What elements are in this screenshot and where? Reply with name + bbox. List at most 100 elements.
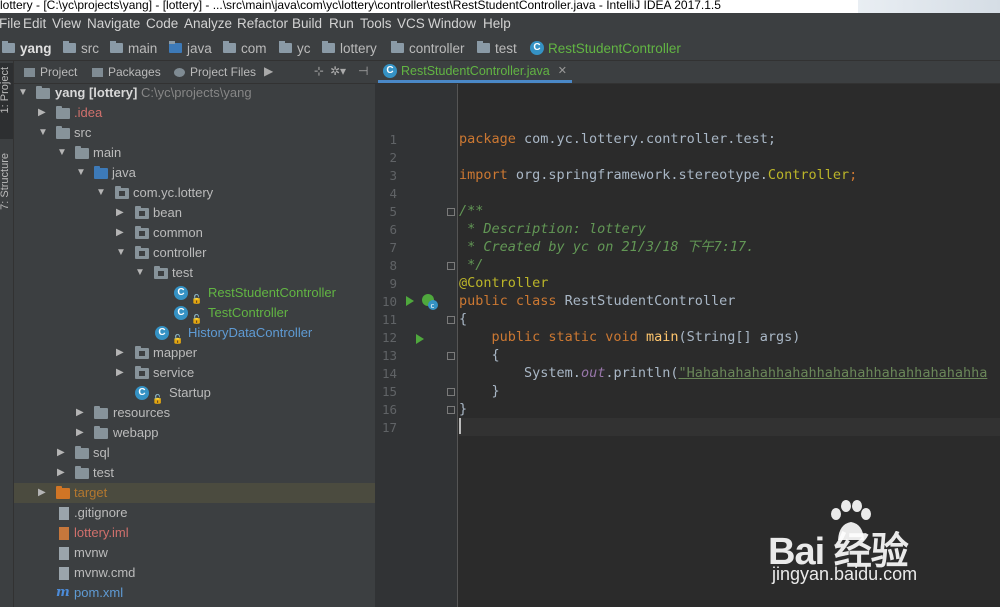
line-number: 13 bbox=[381, 348, 397, 363]
crumb-class[interactable]: C RestStudentController bbox=[530, 40, 681, 56]
more-tabs-icon[interactable]: ▶ bbox=[264, 64, 273, 78]
crumb-java[interactable]: java bbox=[169, 40, 212, 56]
close-tab-icon[interactable]: ✕ bbox=[558, 64, 567, 77]
expand-arrow-icon[interactable]: ▶ bbox=[116, 363, 124, 383]
expand-arrow-icon[interactable]: ▶ bbox=[38, 483, 46, 503]
fold-icon[interactable] bbox=[447, 388, 455, 396]
tree-item-idea[interactable]: ▶ .idea bbox=[14, 103, 375, 123]
crumb-label: src bbox=[81, 40, 99, 56]
menu-navigate[interactable]: Navigate bbox=[87, 16, 140, 31]
menu-view[interactable]: View bbox=[52, 16, 81, 31]
expand-arrow-icon[interactable]: ▼ bbox=[18, 83, 28, 103]
tree-item-test-package[interactable]: ▼ test bbox=[14, 263, 375, 283]
tree-item-gitignore[interactable]: .gitignore bbox=[14, 503, 375, 523]
crumb-lottery[interactable]: lottery bbox=[322, 40, 377, 56]
tab-packages[interactable]: Packages bbox=[92, 65, 161, 79]
crumb-controller[interactable]: controller bbox=[391, 40, 465, 56]
menu-edit[interactable]: Edit bbox=[23, 16, 46, 31]
tree-item-bean[interactable]: ▶ bean bbox=[14, 203, 375, 223]
menu-refactor[interactable]: Refactor bbox=[237, 16, 288, 31]
crumb-yc[interactable]: yc bbox=[279, 40, 311, 56]
expand-arrow-icon[interactable]: ▶ bbox=[57, 443, 65, 463]
package-icon bbox=[154, 266, 168, 279]
tree-item-java[interactable]: ▼ java bbox=[14, 163, 375, 183]
tab-label: Project bbox=[40, 65, 78, 79]
tree-root[interactable]: ▼ yang [lottery] C:\yc\projects\yang bbox=[14, 83, 375, 103]
run-main-icon[interactable] bbox=[415, 333, 425, 345]
expand-arrow-icon[interactable]: ▶ bbox=[76, 423, 84, 443]
tab-project[interactable]: Project bbox=[24, 65, 77, 79]
tree-item-label: test bbox=[172, 265, 193, 280]
tree-item-sql[interactable]: ▶ sql bbox=[14, 443, 375, 463]
expand-arrow-icon[interactable]: ▼ bbox=[116, 243, 126, 263]
fold-icon[interactable] bbox=[447, 262, 455, 270]
hide-panel-icon[interactable]: ⊣ bbox=[358, 64, 368, 78]
tree-item-testcontroller[interactable]: C 🔓 TestController bbox=[14, 303, 375, 324]
expand-arrow-icon[interactable]: ▼ bbox=[76, 163, 86, 183]
folder-icon bbox=[75, 446, 89, 459]
tree-item-mapper[interactable]: ▶ mapper bbox=[14, 343, 375, 363]
code-area[interactable]: package com.yc.lottery.controller.test; … bbox=[459, 84, 1000, 607]
breadcrumb: yang src main java com yc lottery contro… bbox=[0, 36, 1000, 61]
menu-code[interactable]: Code bbox=[146, 16, 178, 31]
menu-build[interactable]: Build bbox=[292, 16, 322, 31]
crumb-yang[interactable]: yang bbox=[2, 40, 52, 56]
crumb-label: yc bbox=[297, 40, 311, 56]
crumb-main[interactable]: main bbox=[110, 40, 157, 56]
scroll-from-source-icon[interactable]: ⊹ bbox=[314, 64, 324, 78]
expand-arrow-icon[interactable]: ▶ bbox=[116, 343, 124, 363]
tree-item-pom-xml[interactable]: m pom.xml bbox=[14, 583, 375, 603]
tree-item-mvnw[interactable]: mvnw bbox=[14, 543, 375, 563]
tool-tab-project[interactable]: 1: Project bbox=[0, 67, 11, 113]
spring-bean-icon[interactable]: c bbox=[421, 293, 439, 311]
settings-gear-icon[interactable]: ✲▾ bbox=[330, 64, 346, 78]
tree-item-service[interactable]: ▶ service bbox=[14, 363, 375, 383]
expand-arrow-icon[interactable]: ▼ bbox=[57, 143, 67, 163]
tree-item-webapp[interactable]: ▶ webapp bbox=[14, 423, 375, 443]
tree-item-src[interactable]: ▼ src bbox=[14, 123, 375, 143]
tree-item-controller[interactable]: ▼ controller bbox=[14, 243, 375, 263]
tree-item-startup[interactable]: C 🔓 Startup bbox=[14, 383, 375, 404]
tree-item-main[interactable]: ▼ main bbox=[14, 143, 375, 163]
tree-item-reststudentcontroller[interactable]: C 🔓 RestStudentController bbox=[14, 283, 375, 304]
tree-item-label: target bbox=[74, 485, 108, 500]
run-class-icon[interactable] bbox=[405, 295, 415, 307]
expand-arrow-icon[interactable]: ▶ bbox=[38, 103, 46, 123]
expand-arrow-icon[interactable]: ▼ bbox=[96, 183, 106, 203]
expand-arrow-icon[interactable]: ▶ bbox=[116, 203, 124, 223]
expand-arrow-icon[interactable]: ▶ bbox=[76, 403, 84, 423]
tree-item-lottery-iml[interactable]: lottery.iml bbox=[14, 523, 375, 543]
expand-arrow-icon[interactable]: ▼ bbox=[38, 123, 48, 143]
package-icon bbox=[135, 206, 149, 219]
expand-arrow-icon[interactable]: ▶ bbox=[57, 463, 65, 483]
fold-icon[interactable] bbox=[447, 352, 455, 360]
menu-vcs[interactable]: VCS bbox=[397, 16, 425, 31]
tree-item-resources[interactable]: ▶ resources bbox=[14, 403, 375, 423]
comment: * Description: lottery bbox=[459, 221, 646, 237]
tab-project-files[interactable]: Project Files bbox=[174, 65, 256, 79]
package-icon bbox=[391, 41, 404, 53]
tree-item-common[interactable]: ▶ common bbox=[14, 223, 375, 243]
crumb-src[interactable]: src bbox=[63, 40, 99, 56]
fold-icon[interactable] bbox=[447, 406, 455, 414]
editor-tab-reststudentcontroller[interactable]: C RestStudentController.java ✕ bbox=[378, 61, 572, 83]
menu-run[interactable]: Run bbox=[329, 16, 354, 31]
crumb-test[interactable]: test bbox=[477, 40, 517, 56]
tree-item-label: RestStudentController bbox=[208, 285, 336, 300]
tree-item-test-folder[interactable]: ▶ test bbox=[14, 463, 375, 483]
tool-tab-structure[interactable]: 7: Structure bbox=[0, 153, 11, 210]
tree-item-historydatacontroller[interactable]: C 🔓 HistoryDataController bbox=[14, 323, 375, 344]
crumb-com[interactable]: com bbox=[223, 40, 267, 56]
menu-window[interactable]: Window bbox=[428, 16, 476, 31]
menu-file[interactable]: File bbox=[0, 16, 21, 31]
tree-item-package-lottery[interactable]: ▼ com.yc.lottery bbox=[14, 183, 375, 203]
menu-tools[interactable]: Tools bbox=[360, 16, 392, 31]
fold-icon[interactable] bbox=[447, 208, 455, 216]
fold-icon[interactable] bbox=[447, 316, 455, 324]
tree-item-target[interactable]: ▶ target bbox=[14, 483, 375, 503]
tree-item-mvnw-cmd[interactable]: mvnw.cmd bbox=[14, 563, 375, 583]
menu-analyze[interactable]: Analyze bbox=[184, 16, 232, 31]
menu-help[interactable]: Help bbox=[483, 16, 511, 31]
expand-arrow-icon[interactable]: ▶ bbox=[116, 223, 124, 243]
expand-arrow-icon[interactable]: ▼ bbox=[135, 263, 145, 283]
